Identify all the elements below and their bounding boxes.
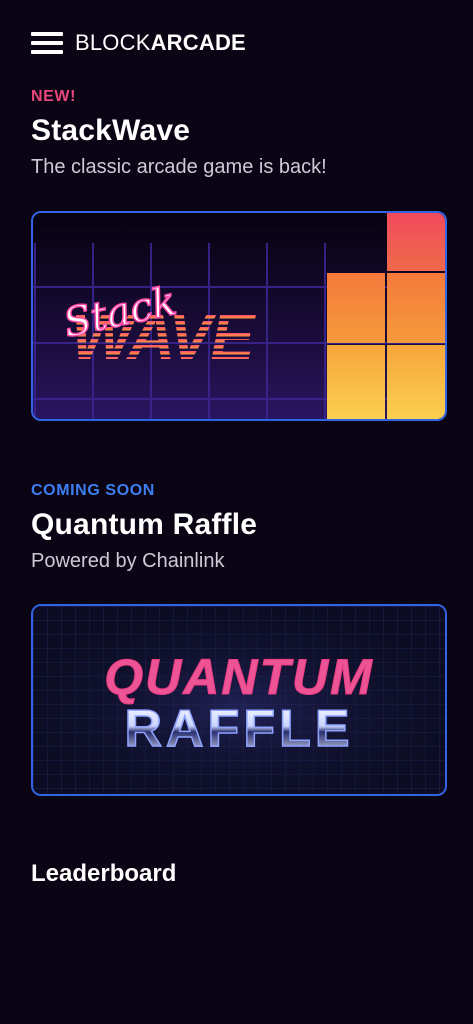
quantum-raffle-banner[interactable]: QUANTUM RAFFLE [31,604,447,796]
brand-bold-text: ARCADE [150,30,246,55]
featured-section: NEW! StackWave The classic arcade game i… [31,88,447,179]
featured-title[interactable]: StackWave [31,114,447,148]
featured-subtitle: The classic arcade game is back! [31,156,327,178]
brand-logo[interactable]: BLOCKARCADE [75,30,246,56]
brand-light-text: BLOCK [75,30,151,55]
header: BLOCKARCADE [31,30,246,56]
quantum-raffle-artwork: QUANTUM RAFFLE [33,606,445,794]
upcoming-title[interactable]: Quantum Raffle [31,508,447,542]
coming-soon-tag: COMING SOON [31,482,155,499]
leaderboard-heading[interactable]: Leaderboard [31,860,176,888]
new-tag: NEW! [31,88,77,105]
upcoming-subtitle: Powered by Chainlink [31,550,225,572]
upcoming-section: COMING SOON Quantum Raffle Powered by Ch… [31,482,447,573]
banner-quantum-text: QUANTUM [104,649,374,705]
banner-raffle-text: RAFFLE [124,700,353,758]
stackwave-banner[interactable]: WAVE Stack [31,211,447,421]
hamburger-menu-icon[interactable] [31,31,63,55]
app-root: BLOCKARCADE NEW! StackWave The classic a… [0,0,473,1024]
stackwave-artwork: WAVE Stack [33,213,445,419]
